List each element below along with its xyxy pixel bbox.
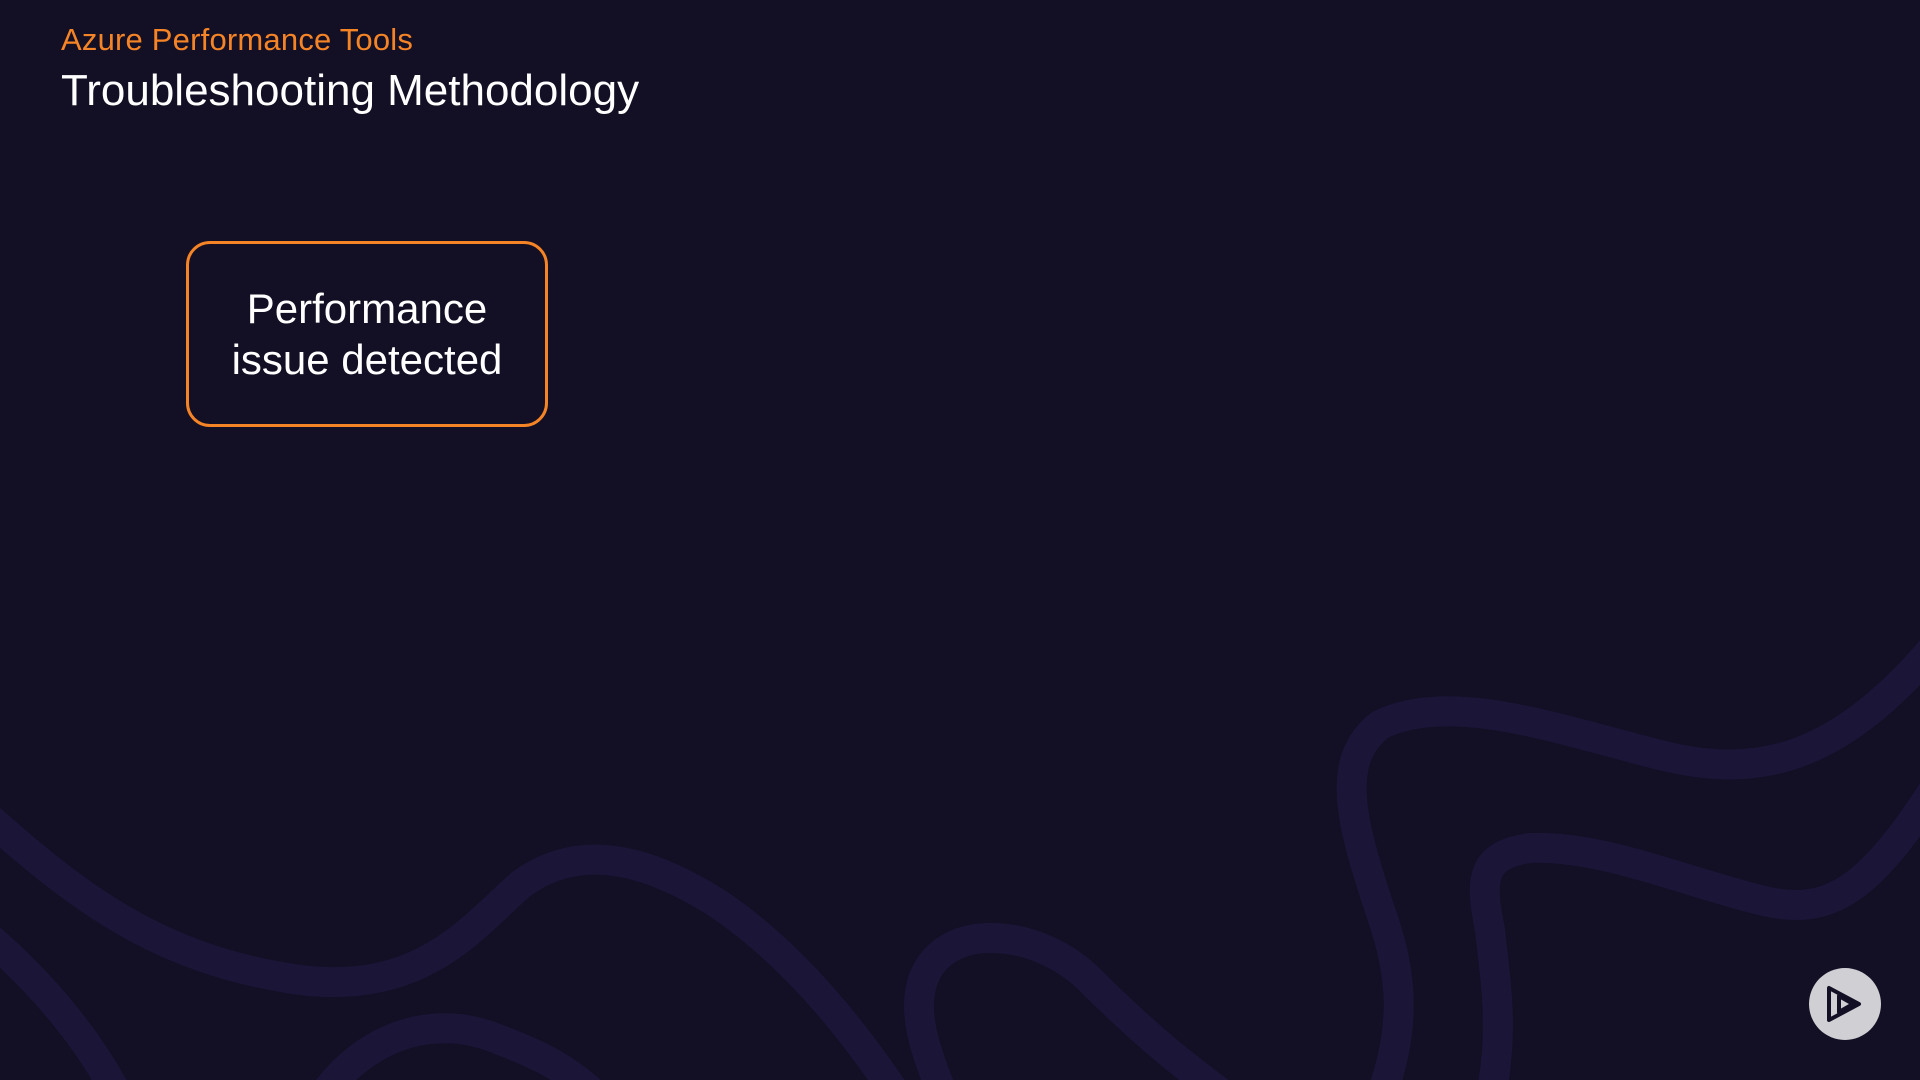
- play-logo-icon: [1827, 986, 1861, 1022]
- background-waves: [0, 640, 1920, 1080]
- slide: Azure Performance Tools Troubleshooting …: [0, 0, 1920, 1080]
- slide-title: Troubleshooting Methodology: [61, 66, 640, 115]
- flow-step-label: Performance issue detected: [231, 285, 503, 383]
- brand-logo: [1809, 968, 1881, 1040]
- flow-step-performance-issue: Performance issue detected: [186, 241, 548, 427]
- course-subtitle: Azure Performance Tools: [61, 22, 414, 57]
